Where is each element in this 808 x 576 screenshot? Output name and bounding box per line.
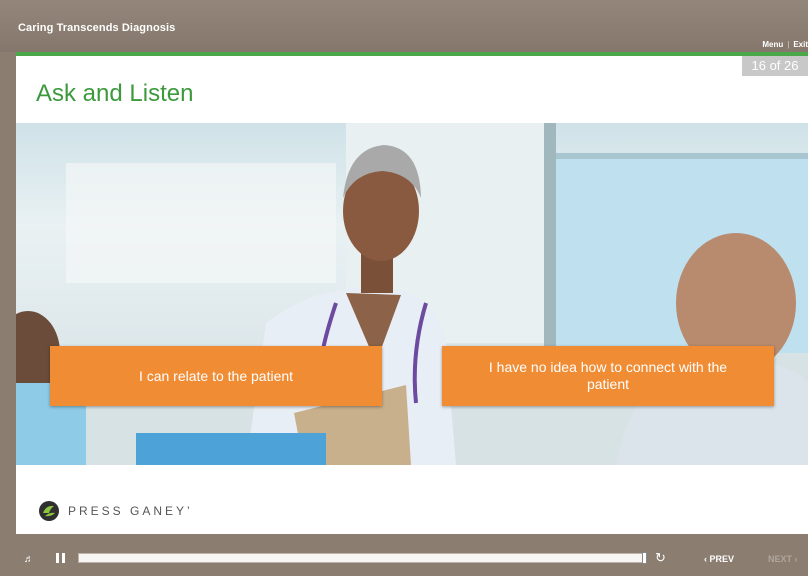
logo-mark-icon: [39, 501, 59, 521]
choice-relate-button[interactable]: I can relate to the patient: [50, 346, 382, 406]
speaker-icon[interactable]: ♬: [24, 554, 34, 565]
title-bar: Caring Transcends Diagnosis Menu | Exit: [0, 0, 808, 52]
replay-icon[interactable]: ↻: [655, 550, 666, 566]
choice-no-idea-label: I have no idea how to connect with the p…: [488, 359, 728, 392]
prev-button[interactable]: ‹ PREV: [704, 554, 734, 564]
exit-link[interactable]: Exit: [793, 40, 808, 49]
next-button: NEXT ›: [768, 554, 798, 564]
press-ganey-logo: PRESS GANEY’: [38, 500, 193, 522]
seek-bar[interactable]: [78, 552, 647, 564]
accent-bar: [16, 52, 808, 56]
seek-handle[interactable]: [642, 552, 647, 564]
nav-separator: |: [787, 40, 790, 49]
scene-photo: [16, 123, 808, 465]
slide-content: 16 of 26 Ask and Listen I can relate to …: [16, 52, 808, 534]
top-navigation: Menu | Exit: [762, 40, 808, 49]
page-counter: 16 of 26: [742, 56, 808, 76]
seek-progress: [79, 554, 645, 562]
player-controls: ♬ ↻ ‹ PREV NEXT ›: [0, 534, 808, 576]
pause-icon[interactable]: [56, 553, 66, 563]
logo-text: PRESS GANEY’: [68, 504, 193, 518]
choice-relate-label: I can relate to the patient: [138, 367, 294, 384]
course-title: Caring Transcends Diagnosis: [18, 22, 176, 34]
slide-title: Ask and Listen: [36, 80, 194, 107]
choice-no-idea-button[interactable]: I have no idea how to connect with the p…: [442, 346, 774, 406]
menu-link[interactable]: Menu: [762, 40, 783, 49]
